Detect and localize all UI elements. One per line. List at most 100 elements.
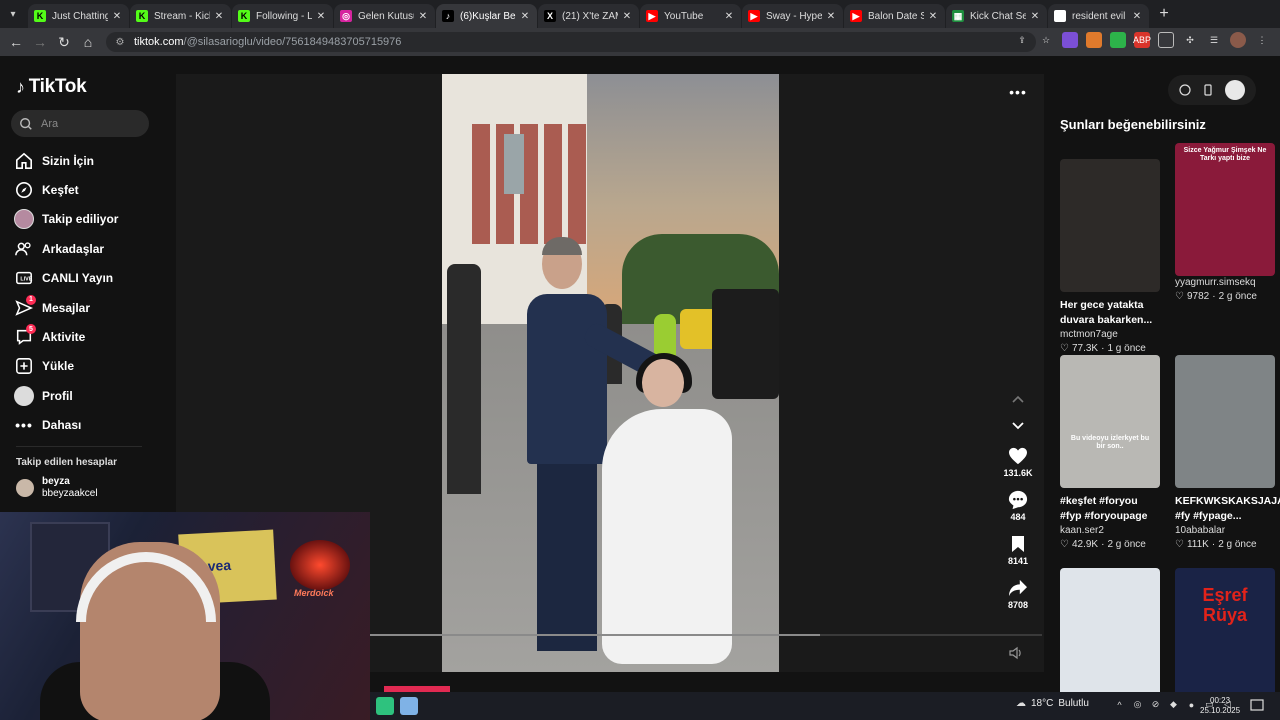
tab-favicon-icon: ♪ — [442, 10, 454, 22]
sidebar-item-arkadaşlar[interactable]: Arkadaşlar — [14, 234, 118, 263]
like-count: 42.9K — [1071, 539, 1099, 550]
extension-shield-icon[interactable] — [1110, 32, 1126, 48]
tab-close-icon[interactable]: ✕ — [417, 10, 429, 22]
browser-tab[interactable]: ▶ Balon Date Sh✕ — [844, 4, 945, 28]
browser-tab[interactable]: ▦ Kick Chat Sear✕ — [946, 4, 1047, 28]
sidebar-item-keşfet[interactable]: Keşfet — [14, 175, 118, 204]
install-icon[interactable]: ⇪ — [1014, 32, 1030, 48]
video-thumbnail[interactable] — [1060, 568, 1160, 701]
video-author[interactable]: mctmon7age — [1060, 329, 1160, 340]
new-tab-button[interactable]: + — [1154, 4, 1174, 24]
sidebar-item-yükle[interactable]: Yükle — [14, 352, 118, 381]
search-input[interactable]: Ara — [11, 110, 149, 137]
url-input[interactable]: ⚙ tiktok.com/@silasarioglu/video/7561849… — [106, 32, 1036, 52]
browser-tab[interactable]: ♪ (6)Kuşlar Beni✕ — [436, 4, 537, 28]
reload-icon[interactable]: ↻ — [52, 30, 76, 54]
recommended-video-card[interactable]: Eşref Rüya — [1175, 568, 1275, 701]
sidebar-item-mesajlar[interactable]: 1 Mesajlar — [14, 293, 118, 322]
like-button[interactable]: 131.6K — [998, 445, 1038, 489]
tab-close-icon[interactable]: ✕ — [213, 10, 225, 22]
tray-app-icon[interactable]: ◎ — [1132, 699, 1143, 710]
sidebar-item-sizin-i̇çin[interactable]: Sizin İçin — [14, 146, 118, 175]
recommended-video-card[interactable]: Her gece yatakta duvara bakarken... mctmo… — [1060, 159, 1160, 354]
sidebar-item-dahası[interactable]: ••• Dahası — [14, 411, 118, 440]
sidebar-item-aktivite[interactable]: 5 Aktivite — [14, 322, 118, 351]
tray-app-icon[interactable]: ◆ — [1168, 699, 1179, 710]
browser-tab[interactable]: K Stream - Kick D✕ — [130, 4, 231, 28]
extension-gray-icon[interactable] — [1158, 32, 1174, 48]
more-options-icon[interactable]: ••• — [1008, 82, 1028, 102]
adblock-icon[interactable]: ABP — [1133, 32, 1151, 48]
tray-app-icon[interactable]: ⊘ — [1150, 699, 1161, 710]
save-button[interactable]: 8141 — [998, 533, 1038, 577]
bookmark-star-icon[interactable]: ☆ — [1038, 32, 1054, 48]
home-icon — [14, 151, 34, 171]
sidebar-item-canli-yayın[interactable]: LIVE CANLI Yayın — [14, 264, 118, 293]
tab-close-icon[interactable]: ✕ — [723, 10, 735, 22]
browser-tab[interactable]: ◎ Gelen Kutusu -✕ — [334, 4, 435, 28]
video-thumbnail[interactable]: Sizce Yağmur Şimşek Ne Tarkı yaptı bize — [1175, 143, 1275, 276]
microphone-icon[interactable]: ● — [1186, 699, 1197, 710]
tab-close-icon[interactable]: ✕ — [519, 10, 531, 22]
video-thumbnail[interactable] — [1060, 159, 1160, 292]
browser-tab[interactable]: K Following - Liv✕ — [232, 4, 333, 28]
recommended-video-card[interactable]: Sizce Yağmur Şimşek Ne Tarkı yaptı bize y… — [1175, 143, 1275, 302]
sidebar-item-takip-ediliyor[interactable]: Takip ediliyor — [14, 205, 118, 234]
share-button[interactable]: 8708 — [998, 577, 1038, 621]
taskbar-app-icon[interactable] — [400, 697, 418, 715]
taskbar-clock[interactable]: 00:23 25.10.2025 — [1200, 696, 1240, 716]
back-icon[interactable]: ← — [4, 30, 28, 54]
extension-orange-icon[interactable] — [1086, 32, 1102, 48]
home-button-icon[interactable]: ⌂ — [76, 30, 100, 54]
extensions-puzzle-icon[interactable]: ✣ — [1182, 32, 1198, 48]
recommended-video-card[interactable] — [1060, 568, 1160, 701]
tab-close-icon[interactable]: ✕ — [825, 10, 837, 22]
user-avatar[interactable] — [1224, 80, 1245, 100]
notification-icon[interactable] — [1250, 699, 1264, 713]
tab-close-icon[interactable]: ✕ — [1131, 10, 1143, 22]
previous-video-icon[interactable] — [1008, 389, 1028, 409]
taskbar-app-icon[interactable] — [376, 697, 394, 715]
volume-icon[interactable] — [1008, 645, 1026, 663]
browser-menu-icon[interactable]: ⋮ — [1254, 32, 1270, 48]
video-author[interactable]: kaan.ser2 — [1060, 525, 1160, 536]
tab-close-icon[interactable]: ✕ — [621, 10, 633, 22]
next-video-icon[interactable] — [1008, 416, 1028, 436]
following-account[interactable]: beyza bbeyzaakcel — [16, 476, 98, 500]
tab-favicon-icon: ◎ — [340, 10, 352, 22]
video-thumbnail[interactable]: Eşref Rüya — [1175, 568, 1275, 701]
meta-separator: · — [1101, 539, 1105, 550]
comment-button[interactable]: 484 — [998, 489, 1038, 533]
site-info-icon[interactable]: ⚙ — [114, 36, 126, 48]
forward-icon[interactable]: → — [28, 30, 52, 54]
video-author[interactable]: yyagmurr.simsekq — [1175, 277, 1275, 288]
video-thumbnail[interactable]: Bu videoyu izlerkyet bu bir son.. — [1060, 355, 1160, 488]
video-thumbnail[interactable] — [1175, 355, 1275, 488]
device-icon[interactable] — [1202, 84, 1214, 96]
video-progress-bar[interactable] — [370, 634, 1042, 636]
recommended-video-card[interactable]: Bu videoyu izlerkyet bu bir son.. #keşfet… — [1060, 355, 1160, 550]
tab-close-icon[interactable]: ✕ — [111, 10, 123, 22]
browser-tab[interactable]: ▶ YouTube ✕ — [640, 4, 741, 28]
tab-close-icon[interactable]: ✕ — [1029, 10, 1041, 22]
search-placeholder: Ara — [41, 117, 59, 130]
video-bride — [592, 353, 732, 664]
browser-tab[interactable]: Gresident evil all✕ — [1048, 4, 1149, 28]
profile-avatar-icon[interactable] — [1230, 32, 1246, 48]
video-author[interactable]: 10ababalar — [1175, 525, 1275, 536]
tab-close-icon[interactable]: ✕ — [927, 10, 939, 22]
browser-tab[interactable]: X (21) X'te ZAM ✕ — [538, 4, 639, 28]
reading-list-icon[interactable]: ☰ — [1206, 32, 1222, 48]
weather-widget[interactable]: ☁ 18°C Bulutlu — [1016, 698, 1089, 709]
browser-tab[interactable]: K Just Chatting ✕ — [28, 4, 129, 28]
tab-close-icon[interactable]: ✕ — [315, 10, 327, 22]
tab-search-icon[interactable]: ▾ — [4, 5, 22, 23]
extension-purple-icon[interactable] — [1062, 32, 1078, 48]
tiktok-logo[interactable]: ♪ TikTok — [16, 76, 87, 98]
video-player[interactable] — [442, 74, 779, 672]
chevron-up-icon[interactable]: ^ — [1114, 699, 1125, 710]
browser-tab[interactable]: ▶ Sway - Hype E✕ — [742, 4, 843, 28]
sidebar-item-profil[interactable]: Profil — [14, 381, 118, 410]
compass-small-icon[interactable] — [1179, 84, 1191, 96]
recommended-video-card[interactable]: KEFKWKSKAKSJAJA #fy #fypage... 10ababalar… — [1175, 355, 1280, 550]
